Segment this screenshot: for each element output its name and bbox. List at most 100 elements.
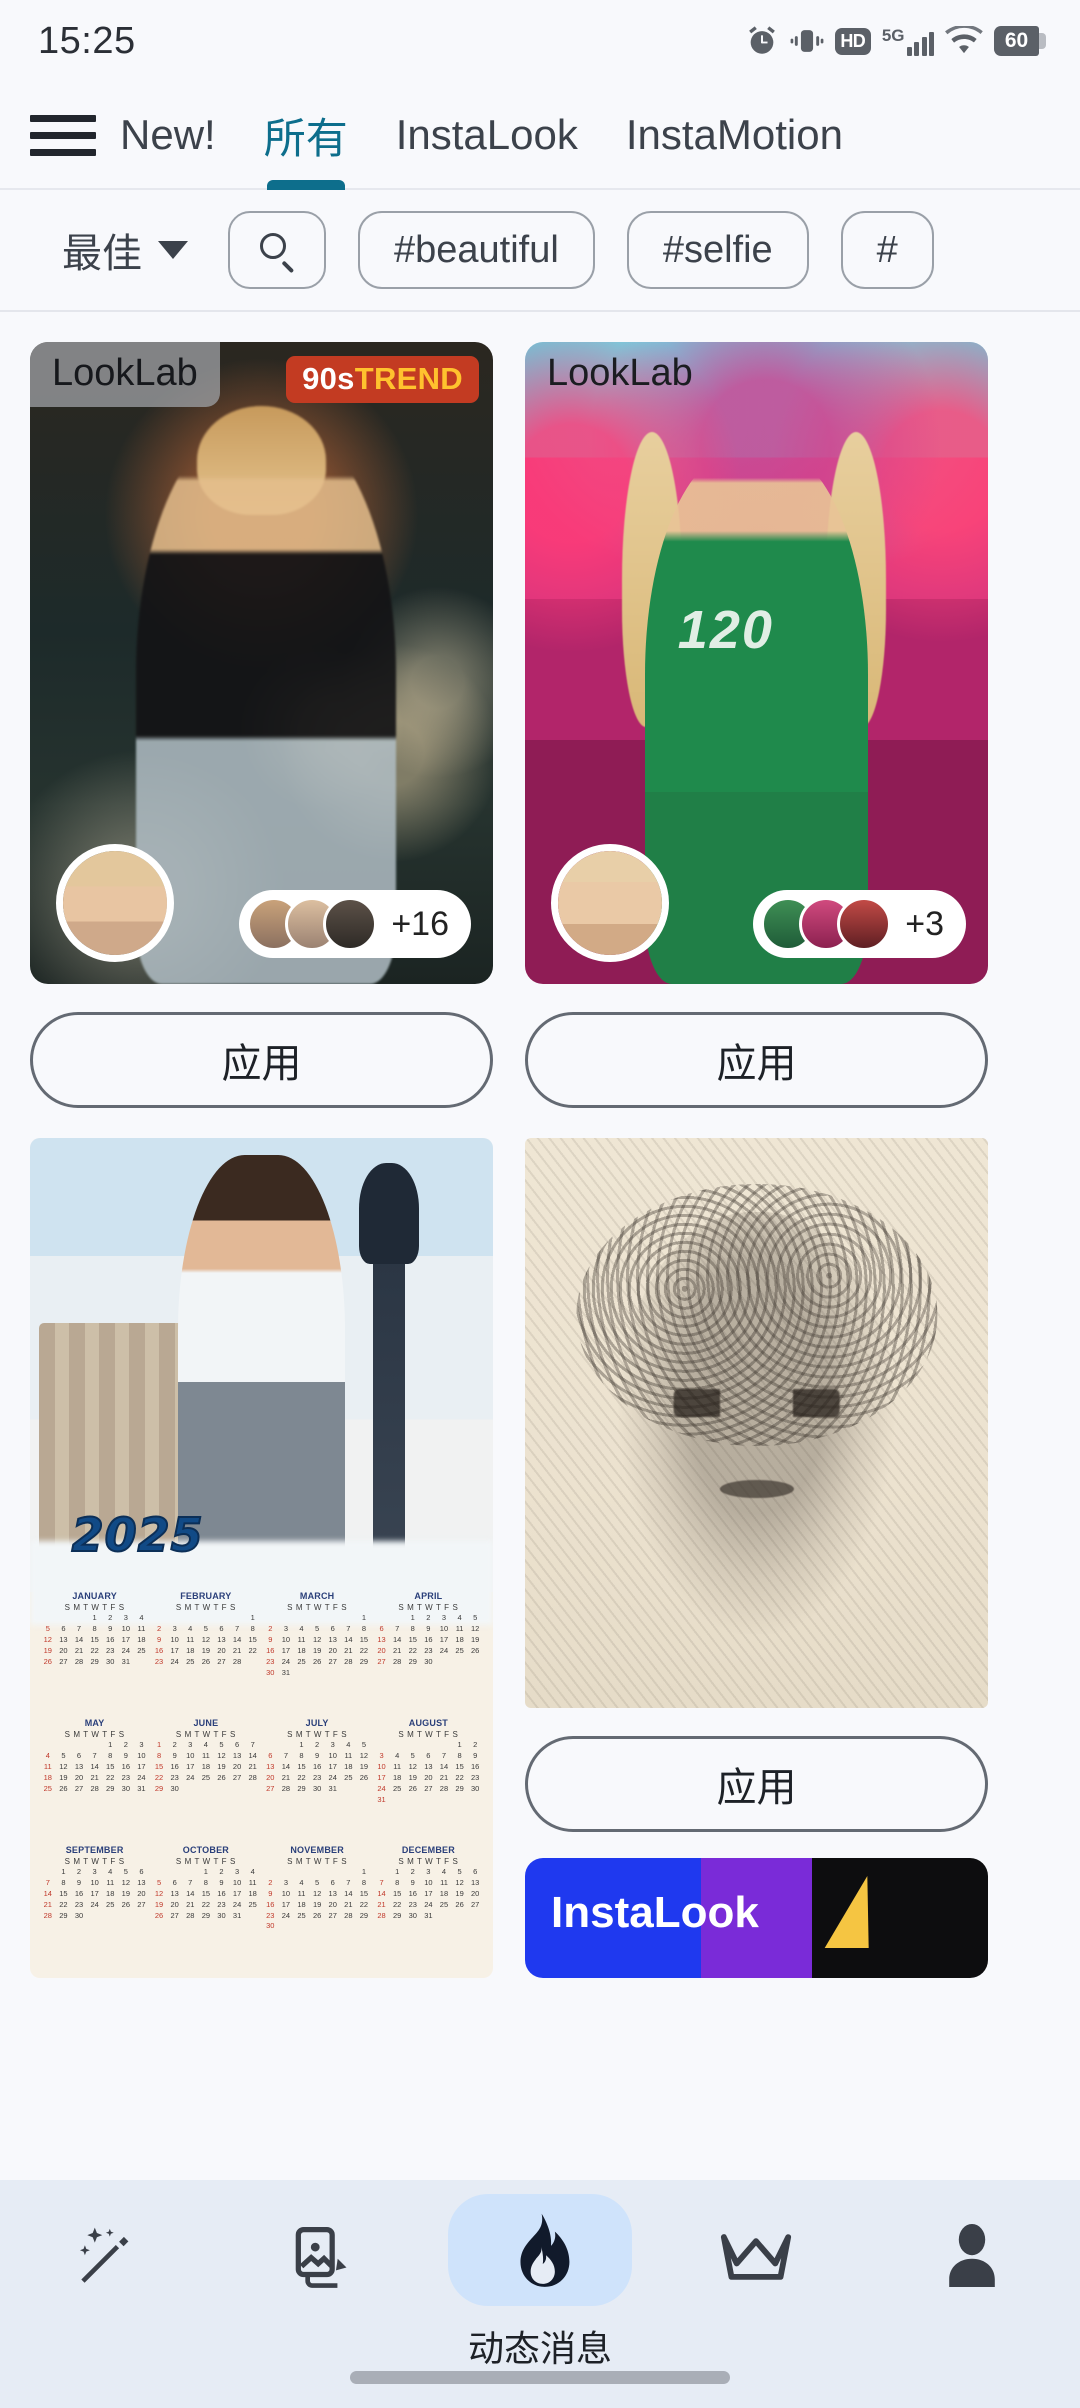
tag-chip-beautiful[interactable]: #beautiful [358,211,595,289]
hamburger-menu-icon[interactable] [30,114,96,156]
battery-tip [1039,33,1046,49]
calendar-year: 2025 [71,1507,204,1563]
calendar-month-name: SEPTEMBER [65,1845,124,1856]
calendar-month-name: NOVEMBER [290,1845,344,1856]
nav-item-premium[interactable] [648,2180,864,2300]
calendar-day-grid: 1 2 3 4 5 6 7 8 9 10 11 12 13 14 15 16 17 18 19 20 21 22 23 24 2… [377,1867,480,1920]
photo-edit-icon [281,2214,367,2300]
tab-instalook-label: InstaLook [395,111,578,158]
feed-card-tracksuit[interactable]: 120 LookLab +3 [525,342,988,984]
feed-cell-1: LookLab 90s TREND +16 应用 [30,342,493,1108]
apply-button-4[interactable]: 应用 [525,1736,988,1832]
calendar-day-headers: S M T W T F S [398,1857,459,1867]
tab-all[interactable]: 所有 [240,81,372,191]
calendar-day-grid: 1 2 3 4 5 6 7 8 9 10 11 12 13 14 15 16 17 18 19 20 21 22 23 24 2… [266,1867,369,1931]
calendar-month: MAY S M T W T F S 1 2 3 4 5 6 7 8 9 10 11 12 13 14 15 16 1… [40,1718,149,1843]
calendar-month-name: AUGUST [408,1718,448,1729]
tag-chip-partial-label: # [876,228,898,271]
calendar-day-headers: S M T W T F S [64,1857,125,1867]
calendar-day-grid: 1 2 3 4 5 6 7 8 9 10 11 12 13 14 15 16 17 18 19 20 21 22 23 24 2… [154,1740,257,1793]
instalook-promo-banner[interactable]: InstaLook [525,1858,988,1978]
calendar-day-grid: 1 2 3 4 5 6 7 8 9 10 11 12 13 14 15 16 17 18 19 20 21 22 23 24 2… [154,1867,257,1920]
hd-icon: HD [834,27,871,55]
battery-level: 60 [994,26,1039,56]
search-icon [260,233,295,273]
sort-dropdown[interactable]: 最佳 [62,221,188,279]
calendar-month-name: OCTOBER [182,1845,229,1856]
calendar-month-name: DECEMBER [401,1845,455,1856]
calendar-day-headers: S M T W T F S [175,1730,236,1740]
tag-chip-beautiful-label: #beautiful [394,228,559,271]
feed-card-calendar[interactable]: 2025 JANUARY S M T W T F S 1 2 3 4 5 6 7 8 9 10 11 12… [30,1138,493,1978]
calendar-month: JANUARY S M T W T F S 1 2 3 4 5 6 7 8 9 10 11 12 13 14 1… [40,1591,149,1716]
nav-item-feed[interactable]: 动态消息 [432,2180,648,2372]
calendar-month-name: JULY [305,1718,329,1729]
tag-chip-list: #beautiful #selfie # [228,211,934,289]
vibrate-icon [790,30,824,52]
feed-card-sketch[interactable] [525,1138,988,1708]
status-icons: HD 5G 60 [745,24,1046,58]
tab-new[interactable]: New! [96,81,240,189]
calendar-months-grid: JANUARY S M T W T F S 1 2 3 4 5 6 7 8 9 10 11 12 13 14 1… [30,1583,493,1978]
sort-dropdown-label: 最佳 [62,231,142,277]
nav-item-photo-edit[interactable] [216,2180,432,2300]
calendar-month: NOVEMBER S M T W T F S 1 2 3 4 5 6 7 8 9 10 11 12 13 14… [263,1845,372,1970]
avatar[interactable] [56,844,174,962]
filter-bar: 最佳 #beautiful #selfie # [0,190,1080,312]
nav-item-feed-label: 动态消息 [467,2329,612,2370]
nav-item-profile[interactable] [864,2180,1080,2300]
calendar-day-headers: S M T W T F S [287,1857,348,1867]
apply-button-1[interactable]: 应用 [30,1012,493,1108]
feed-cell-2: 120 LookLab +3 应用 [525,342,988,1108]
flame-icon-container [448,2194,632,2306]
calendar-day-grid: 1 2 3 4 5 6 7 8 9 10 11 12 13 14 15 16 17 18 19 20 21 22 23 24 2… [154,1613,257,1666]
feed-content[interactable]: LookLab 90s TREND +16 应用 120 LookLab +3 … [0,312,1080,2180]
calendar-month: OCTOBER S M T W T F S 1 2 3 4 5 6 7 8 9 10 11 12 13 14 1… [151,1845,260,1970]
tab-instamotion[interactable]: InstaMotion [602,81,867,189]
calendar-day-headers: S M T W T F S [398,1730,459,1740]
bottom-navigation-bar: 动态消息 [0,2180,1080,2408]
nav-item-enhance[interactable] [0,2180,216,2300]
signal-bars [906,31,934,56]
calendar-day-headers: S M T W T F S [287,1603,348,1613]
app-root: 15:25 HD 5G 60 New! 所有 InstaLook InstaMo… [0,0,1080,2408]
apply-button-2[interactable]: 应用 [525,1012,988,1108]
chevron-down-icon [158,241,188,259]
more-results-count: +3 [905,904,944,943]
calendar-month-name: JUNE [193,1718,219,1729]
tab-all-label: 所有 [263,113,348,163]
5g-signal-icon: 5G [882,27,934,56]
calendar-day-grid: 1 2 3 4 5 6 7 8 9 10 11 12 13 14 15 16 17 18 19 20 21 22 23 24 2… [43,1867,146,1920]
calendar-day-headers: S M T W T F S [64,1730,125,1740]
calendar-day-headers: S M T W T F S [287,1730,348,1740]
home-indicator [350,2371,730,2384]
avatar[interactable] [551,844,669,962]
search-chip[interactable] [228,211,326,289]
calendar-2025-photo: 2025 JANUARY S M T W T F S 1 2 3 4 5 6 7 8 9 10 11 12… [30,1138,493,1978]
tag-chip-partial[interactable]: # [840,211,934,289]
tag-chip-selfie[interactable]: #selfie [626,211,809,289]
calendar-day-grid: 1 2 3 4 5 6 7 8 9 10 11 12 13 14 15 16 17 18 19 20 21 22 23 24 2… [266,1740,369,1793]
more-results-pill[interactable]: +3 [753,890,966,958]
status-bar: 15:25 HD 5G 60 [0,0,1080,82]
calendar-day-grid: 1 2 3 4 5 6 7 8 9 10 11 12 13 14 15 16 17 18 19 20 21 22 23 24 2… [43,1613,146,1666]
tab-instamotion-label: InstaMotion [625,111,843,158]
tab-instalook[interactable]: InstaLook [372,81,602,189]
trend-badge: 90s TREND [286,356,479,403]
feed-card-street[interactable]: LookLab 90s TREND +16 [30,342,493,984]
instalook-promo-label: InstaLook [551,1888,759,1937]
thumbnail-stack [247,897,378,951]
more-results-pill[interactable]: +16 [239,890,471,958]
calendar-month: FEBRUARY S M T W T F S 1 2 3 4 5 6 7 8 9 10 11 12 13 14… [151,1591,260,1716]
calendar-day-grid: 1 2 3 4 5 6 7 8 9 10 11 12 13 14 15 16 17 18 19 20 21 22 23 24 2… [266,1613,369,1677]
thumbnail-stack [761,897,892,951]
flame-icon [520,2213,570,2287]
calendar-month: JULY S M T W T F S 1 2 3 4 5 6 7 8 9 10 11 12 13 14 15 16… [263,1718,372,1843]
crown-icon [713,2214,799,2300]
calendar-day-headers: S M T W T F S [64,1603,125,1613]
calendar-month-name: JANUARY [72,1591,117,1602]
feed-cell-4: 应用 InstaLook [525,1138,988,1978]
status-time: 15:25 [38,19,136,62]
magic-wand-icon [65,2214,151,2300]
lightning-bolt-icon [824,1876,890,1948]
